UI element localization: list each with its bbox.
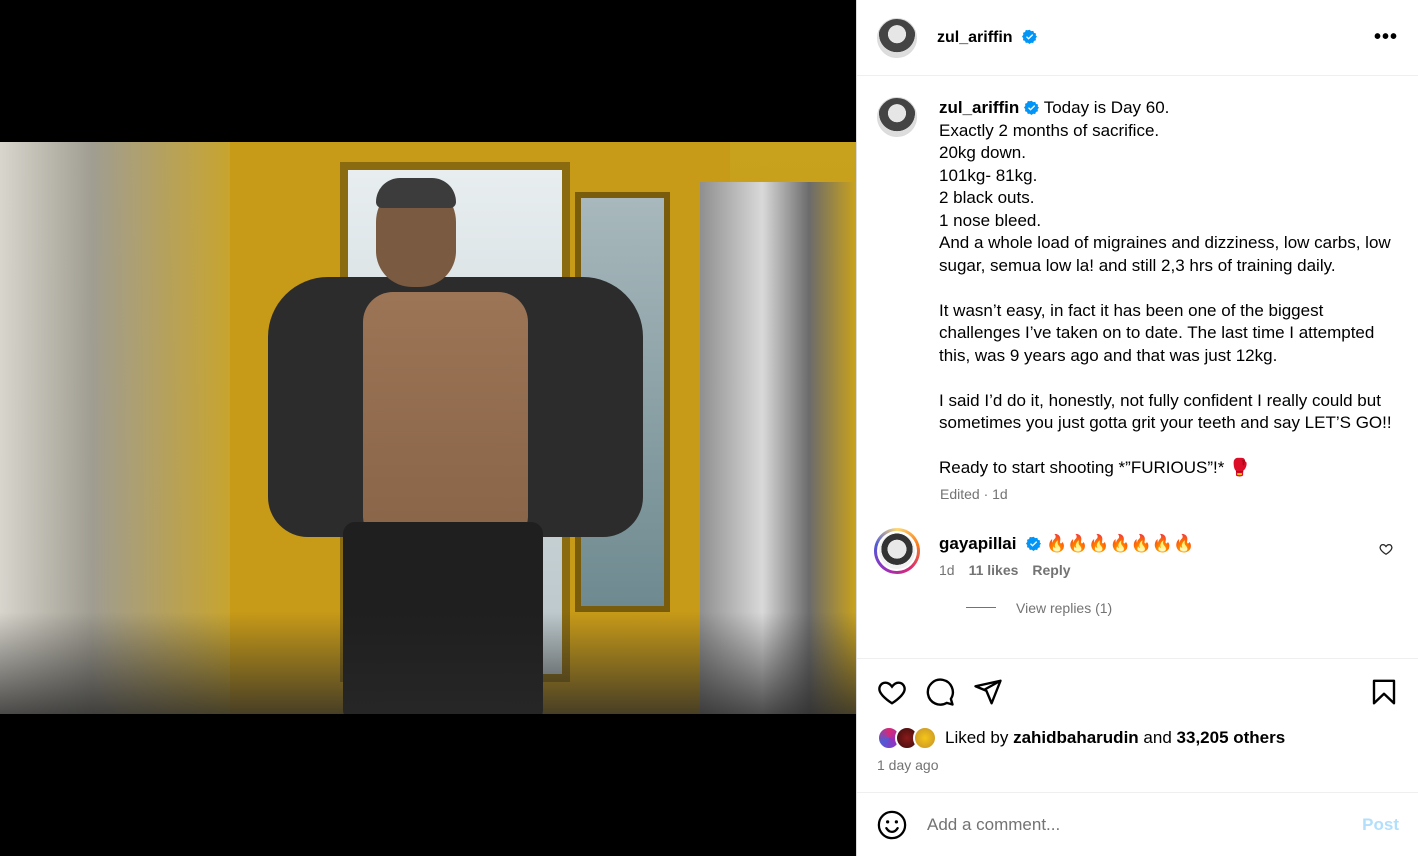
comment-reply-button[interactable]: Reply: [1032, 562, 1070, 578]
comment-input[interactable]: [927, 814, 1363, 835]
caption-meta: Edited · 1d: [940, 485, 1008, 502]
comment-likes[interactable]: 11 likes: [969, 562, 1019, 578]
view-replies-divider: [966, 607, 996, 608]
commenter-avatar[interactable]: [874, 527, 920, 574]
photo-hair: [376, 178, 456, 208]
view-replies-button[interactable]: View replies (1): [966, 600, 1399, 616]
post-timestamp[interactable]: 1 day ago: [877, 757, 1399, 773]
commenter-avatar-image: [877, 530, 917, 571]
comment-text: 🔥🔥🔥🔥🔥🔥🔥: [1045, 533, 1195, 553]
heart-icon[interactable]: [877, 677, 907, 707]
more-icon[interactable]: •••: [1374, 26, 1398, 49]
comment-item: gayapillai 🔥🔥🔥🔥🔥🔥🔥 1d 11 likes Reply: [874, 527, 1399, 578]
caption-username[interactable]: zul_ariffin: [939, 98, 1019, 117]
caption-author-avatar[interactable]: [877, 97, 917, 137]
liker-username[interactable]: zahidbaharudin: [1013, 728, 1139, 748]
save-icon[interactable]: [1369, 677, 1399, 707]
verified-icon: [1022, 29, 1038, 44]
action-icons: [877, 659, 1399, 725]
post-actions: Liked by zahidbaharudin and 33,205 other…: [857, 658, 1418, 792]
photo-torso: [363, 292, 528, 537]
verified-icon: [1024, 100, 1040, 115]
emoji-icon[interactable]: [877, 810, 907, 840]
liker-avatars[interactable]: [877, 726, 937, 750]
post-header: zul_ariffin •••: [857, 0, 1418, 76]
comment-body: gayapillai 🔥🔥🔥🔥🔥🔥🔥 1d 11 likes Reply: [939, 528, 1379, 578]
verified-icon: [1026, 536, 1042, 551]
author-username-text[interactable]: zul_ariffin: [937, 29, 1013, 46]
photo-floor: [0, 612, 856, 714]
add-comment-bar: Post: [857, 792, 1418, 856]
post-comment-button[interactable]: Post: [1362, 815, 1399, 835]
author-username[interactable]: zul_ariffin: [937, 29, 1038, 47]
caption: zul_ariffin Today is Day 60. Exactly 2 m…: [877, 97, 1399, 480]
share-icon[interactable]: [973, 677, 1003, 707]
caption-text-block: zul_ariffin Today is Day 60. Exactly 2 m…: [939, 97, 1399, 480]
post-side-panel: zul_ariffin ••• zul_ariffin Today is Day…: [856, 0, 1418, 856]
commenter-username[interactable]: gayapillai: [939, 534, 1016, 553]
likes-count[interactable]: 33,205 others: [1177, 728, 1286, 748]
post-photo[interactable]: [0, 142, 856, 714]
view-replies-label[interactable]: View replies (1): [1016, 600, 1112, 616]
comment-line: gayapillai 🔥🔥🔥🔥🔥🔥🔥: [939, 528, 1379, 560]
liked-by-prefix: Liked by: [945, 728, 1009, 747]
liked-by-conj: and: [1143, 728, 1172, 747]
caption-text: Today is Day 60. Exactly 2 months of sac…: [939, 98, 1392, 477]
author-avatar[interactable]: [877, 17, 917, 58]
liker-avatar: [913, 726, 937, 750]
comment-meta: 1d 11 likes Reply: [939, 562, 1379, 578]
post-media[interactable]: [0, 0, 856, 856]
comment-icon[interactable]: [925, 677, 955, 707]
heart-icon[interactable]: [1379, 542, 1393, 556]
comments-section[interactable]: zul_ariffin Today is Day 60. Exactly 2 m…: [857, 77, 1418, 658]
comment-age[interactable]: 1d: [939, 562, 955, 578]
instagram-post-modal: zul_ariffin ••• zul_ariffin Today is Day…: [0, 0, 1418, 856]
liked-by: Liked by zahidbaharudin and 33,205 other…: [877, 726, 1399, 750]
